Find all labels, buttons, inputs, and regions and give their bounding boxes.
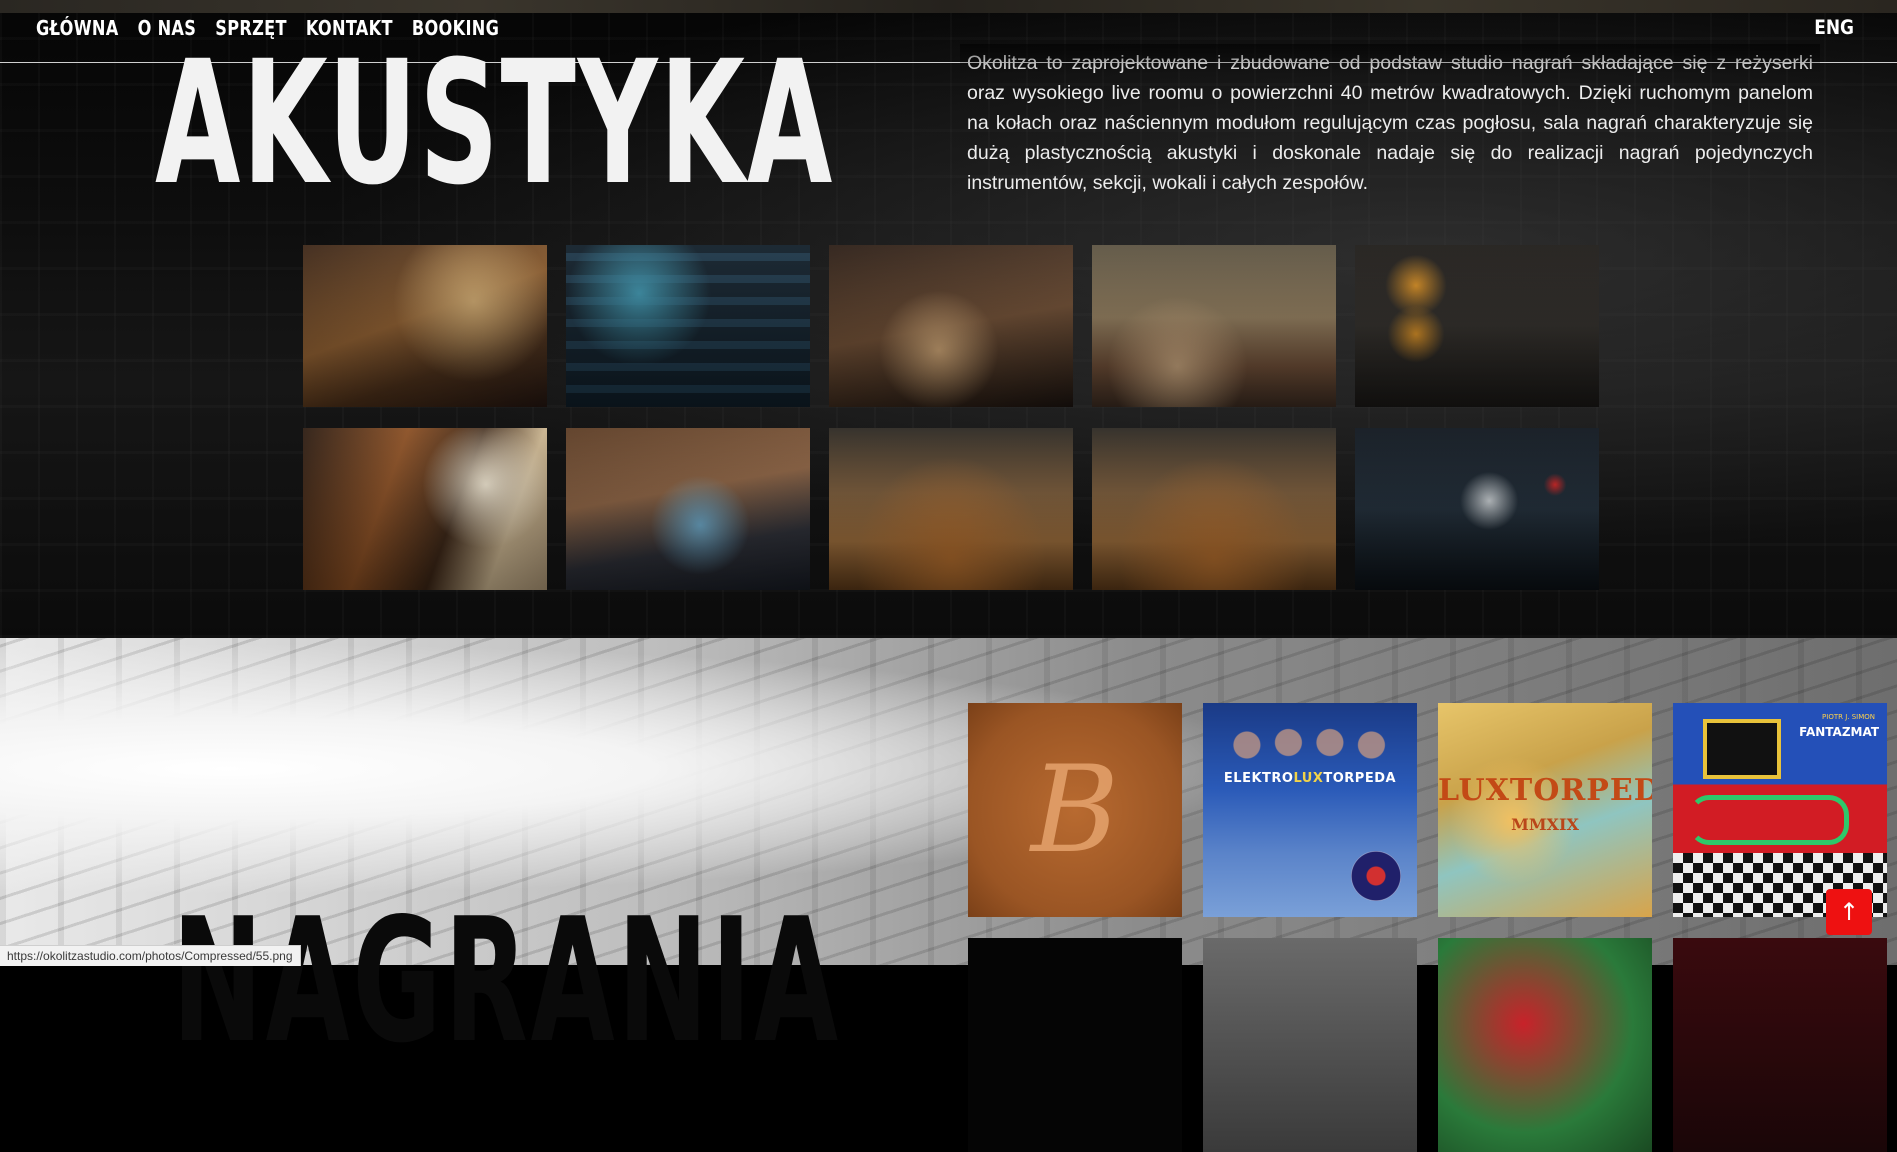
acoustics-title: AKUSTYKA <box>155 25 835 224</box>
album-cover-elektroluxtorpeda[interactable]: ELEKTROLUXTORPEDA <box>1203 703 1417 917</box>
gallery-photo-live-room-2[interactable] <box>1092 428 1336 590</box>
album-cover-5[interactable] <box>968 938 1182 1152</box>
back-to-top-button[interactable]: ↑ <box>1826 889 1872 935</box>
album-cover-title: LUXTORPEDA <box>1438 773 1652 808</box>
band-photo <box>1227 715 1393 765</box>
gallery-photo-vu-meter[interactable] <box>1355 428 1599 590</box>
photo-gallery <box>303 245 1599 590</box>
album-cover-8[interactable] <box>1673 938 1887 1152</box>
top-image-strip <box>0 0 1897 13</box>
gallery-photo-outboard-rack[interactable] <box>566 245 810 407</box>
album-cover-luxtorpeda[interactable]: LUXTORPEDA MMXIX <box>1438 703 1652 917</box>
gallery-photo-mixing-console[interactable] <box>829 245 1073 407</box>
album-cover-badge <box>1351 851 1401 901</box>
gallery-photo-compressor-unit[interactable] <box>1355 245 1599 407</box>
gallery-photo-control-room[interactable] <box>303 245 547 407</box>
recordings-title: NAGRANIA <box>172 880 841 1081</box>
album-cover-frame <box>1703 719 1781 779</box>
acoustics-section: GŁÓWNA O NAS SPRZĘT KONTAKT BOOKING ENG … <box>0 0 1897 638</box>
album-cover-snake <box>1689 795 1849 845</box>
album-cover-monogram: B <box>1030 740 1120 880</box>
gallery-photo-live-room-1[interactable] <box>829 428 1073 590</box>
album-cover-1[interactable]: B <box>968 703 1182 917</box>
arrow-up-icon: ↑ <box>1838 898 1860 926</box>
acoustics-description: Okolitza to zaprojektowane i zbudowane o… <box>967 52 1813 194</box>
album-cover-artist: PIOTR J. SIMON <box>1822 713 1875 721</box>
album-cover-fantazmat[interactable]: PIOTR J. SIMON FANTAZMAT <box>1673 703 1887 917</box>
album-cover-subtitle: MMXIX <box>1511 815 1579 834</box>
browser-status-url: https://okolitzastudio.com/photos/Compre… <box>0 945 301 966</box>
nav-item-home[interactable]: GŁÓWNA <box>36 16 119 40</box>
album-covers-grid: B ELEKTROLUXTORPEDA LUXTORPEDA MMXIX PIO… <box>968 703 1887 1152</box>
album-cover-6[interactable] <box>1203 938 1417 1152</box>
gallery-photo-control-desk[interactable] <box>566 428 810 590</box>
gallery-photo-guitar[interactable] <box>303 428 547 590</box>
language-switch[interactable]: ENG <box>1814 17 1854 40</box>
album-cover-7[interactable] <box>1438 938 1652 1152</box>
gallery-photo-drum-room[interactable] <box>1092 245 1336 407</box>
album-cover-title: ELEKTROLUXTORPEDA <box>1223 771 1397 786</box>
album-cover-title: FANTAZMAT <box>1799 725 1879 739</box>
